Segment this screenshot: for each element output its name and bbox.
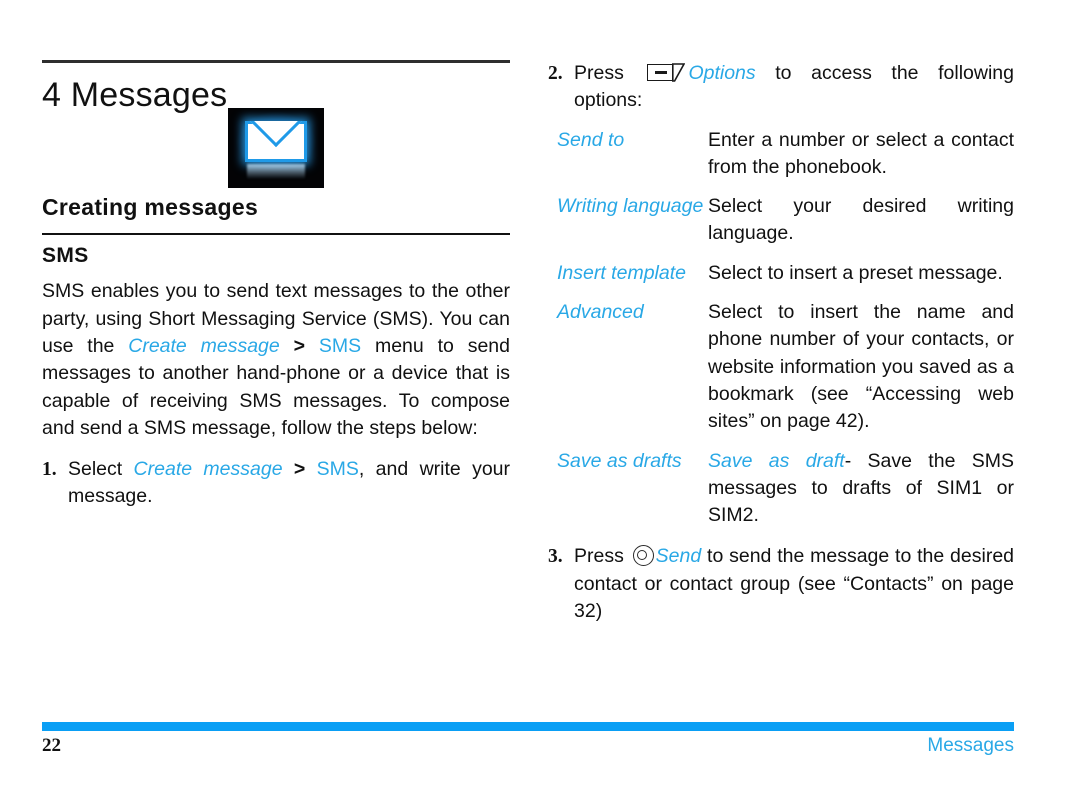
link-create-message-1[interactable]: Create message <box>128 335 280 357</box>
left-softkey-icon <box>647 63 686 82</box>
step-1-number: 1. <box>42 459 57 481</box>
option-term-send-to[interactable]: Send to <box>548 127 708 182</box>
step-2-part1: Press <box>574 62 644 84</box>
chapter-top-rule <box>42 60 510 63</box>
manual-page: 4 Messages Creating messages SMS SMS ena… <box>0 0 1080 810</box>
option-desc-insert-template: Select to insert a preset message. <box>708 261 1003 284</box>
footer-divider-bar <box>42 722 1014 731</box>
step-3-number: 3. <box>548 546 563 568</box>
link-sms-1[interactable]: SMS <box>319 335 361 357</box>
softkey-label-options[interactable]: Options <box>688 62 755 84</box>
envelope-flap <box>245 121 307 162</box>
softkey-label-send[interactable]: Send <box>656 545 702 567</box>
left-column: 4 Messages Creating messages SMS SMS ena… <box>42 60 510 511</box>
step-1-text: Select Create message > SMS, and write y… <box>68 456 510 511</box>
option-desc-send-to: Enter a number or select a contact from … <box>708 128 1014 178</box>
link-sms-2[interactable]: SMS <box>317 458 359 480</box>
footer-chapter-name: Messages <box>927 735 1014 756</box>
subsection-heading-sms: SMS <box>42 244 89 268</box>
option-term-writing-language[interactable]: Writing language <box>548 193 708 248</box>
envelope-reflection <box>247 164 305 180</box>
option-row-writing-language: Writing language Select your desired wri… <box>548 193 1014 248</box>
ok-center-key-icon <box>632 545 654 567</box>
option-row-insert-template: Insert template Select to insert a prese… <box>548 260 1014 287</box>
step-1: 1. Select Create message > SMS, and writ… <box>42 456 510 511</box>
step-3-part1: Press <box>574 545 630 568</box>
option-desc-advanced: Select to insert the name and phone numb… <box>708 301 1014 433</box>
softkey-slant-shape <box>672 63 686 82</box>
path-separator-1: > <box>293 334 305 357</box>
option-row-advanced: Advanced Select to insert the name and p… <box>548 299 1014 435</box>
step-1-part1: Select <box>68 458 134 481</box>
right-column: 2. Press Options to access the following… <box>548 60 1014 625</box>
option-term-advanced[interactable]: Advanced <box>548 299 708 435</box>
options-definition-list: Send to Enter a number or select a conta… <box>548 127 1014 530</box>
chapter-icon-container <box>42 108 510 189</box>
section-rule <box>42 233 510 236</box>
option-term-save-as-drafts[interactable]: Save as drafts <box>548 448 708 530</box>
option-desc-save-as-drafts: Save as draft- Save the SMS messages to … <box>708 448 1014 530</box>
step-3: 3. Press Send to send the message to the… <box>548 543 1014 625</box>
step-2-number: 2. <box>548 63 563 84</box>
option-term-insert-template[interactable]: Insert template <box>548 260 708 287</box>
intro-paragraph: SMS enables you to send text messages to… <box>42 278 510 442</box>
link-save-as-draft[interactable]: Save as draft <box>708 450 845 472</box>
step-3-text: Press Send to send the message to the de… <box>574 543 1014 625</box>
section-heading-creating-messages: Creating messages <box>42 194 259 221</box>
option-desc-writing-language: Select your desired writing language. <box>708 195 1014 245</box>
option-row-save-as-drafts: Save as drafts Save as draft- Save the S… <box>548 448 1014 530</box>
envelope-icon <box>228 108 324 189</box>
link-create-message-2[interactable]: Create message <box>134 458 283 480</box>
path-separator-2: > <box>293 458 306 481</box>
footer-page-number: 22 <box>42 735 61 756</box>
envelope-glyph <box>245 121 307 163</box>
step-2: 2. Press Options to access the following… <box>548 60 1014 115</box>
option-row-send-to: Send to Enter a number or select a conta… <box>548 127 1014 182</box>
step-2-text: Press Options to access the following op… <box>574 60 1014 115</box>
